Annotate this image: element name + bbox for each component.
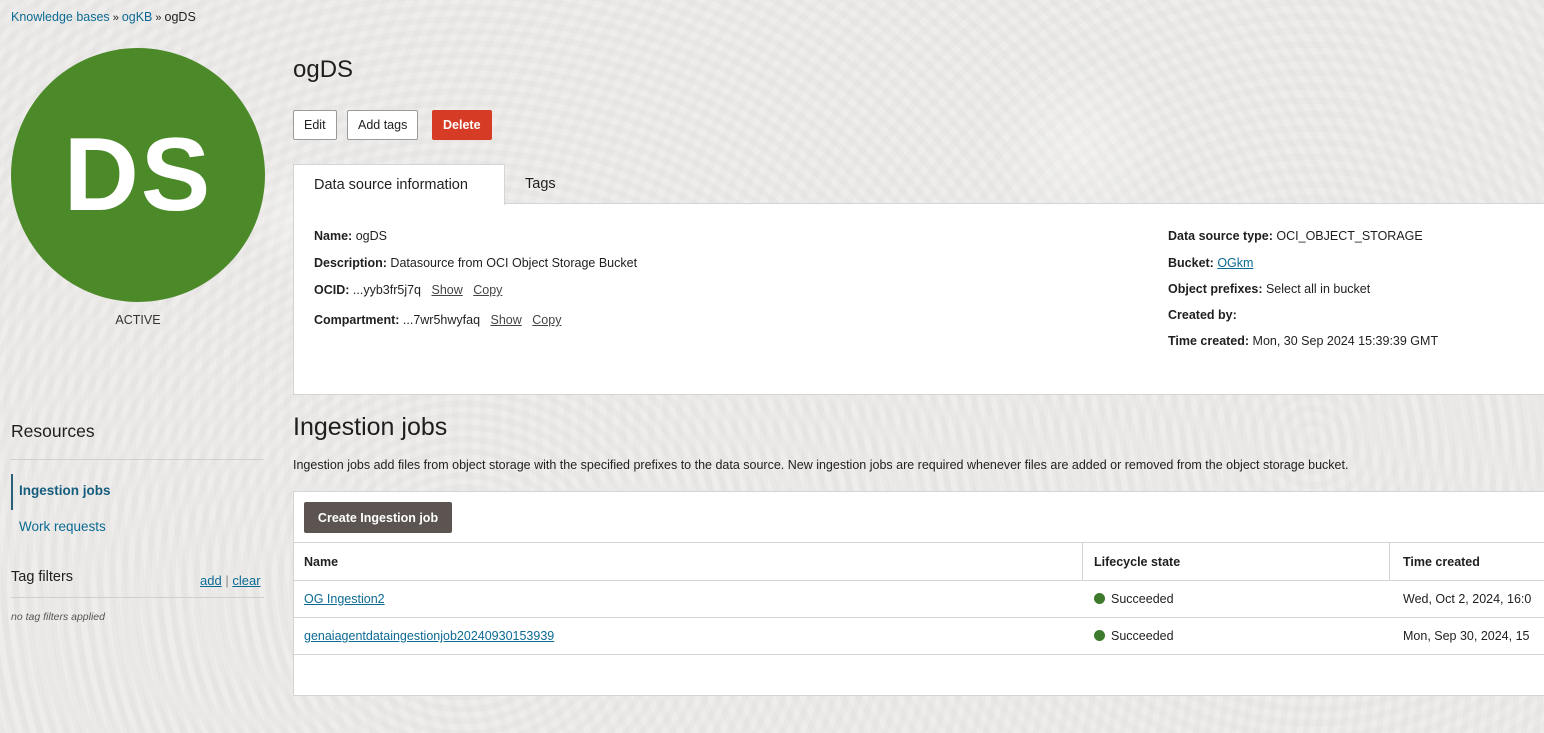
- type-row: Data source type: OCI_OBJECT_STORAGE: [1168, 229, 1423, 243]
- breadcrumb: Knowledge bases» ogKB» ogDS: [11, 10, 196, 24]
- ingestion-jobs-table-panel: [293, 491, 1544, 696]
- ocid-label: OCID:: [314, 283, 350, 297]
- description-row: Description: Datasource from OCI Object …: [314, 256, 637, 270]
- table-column-divider: [1082, 543, 1083, 581]
- ocid-value: ...yyb3fr5j7q: [352, 283, 421, 297]
- table-divider: [294, 654, 1544, 655]
- tag-filters-empty-text: no tag filters applied: [11, 611, 105, 623]
- breadcrumb-ogkb[interactable]: ogKB: [122, 10, 153, 24]
- compartment-copy-link[interactable]: Copy: [532, 313, 561, 327]
- table-row-state: Succeeded: [1094, 629, 1174, 643]
- tag-filter-divider: |: [225, 573, 229, 588]
- clear-tag-filter-link[interactable]: clear: [232, 573, 260, 588]
- name-label: Name:: [314, 229, 353, 243]
- compartment-value: ...7wr5hwyfaq: [402, 313, 481, 327]
- bucket-row: Bucket: OGkm: [1168, 256, 1253, 270]
- ocid-show-link[interactable]: Show: [431, 283, 462, 297]
- table-divider: [294, 542, 1544, 543]
- bucket-link[interactable]: OGkm: [1217, 256, 1253, 270]
- prefixes-row: Object prefixes: Select all in bucket: [1168, 282, 1370, 296]
- created-by-row: Created by:: [1168, 308, 1237, 322]
- breadcrumb-knowledge-bases[interactable]: Knowledge bases: [11, 10, 110, 24]
- avatar-initials: DS: [63, 116, 213, 233]
- table-divider: [294, 580, 1544, 581]
- table-divider: [294, 617, 1544, 618]
- ingestion-job-link[interactable]: OG Ingestion2: [304, 592, 385, 606]
- avatar: DS: [11, 48, 265, 302]
- add-tag-filter-link[interactable]: add: [200, 573, 222, 588]
- compartment-label: Compartment:: [314, 313, 400, 327]
- ingestion-jobs-description: Ingestion jobs add files from object sto…: [293, 458, 1349, 472]
- resources-divider: [11, 459, 264, 460]
- breadcrumb-separator: »: [112, 12, 119, 24]
- column-header-name[interactable]: Name: [304, 555, 338, 569]
- lifecycle-state: Succeeded: [1111, 592, 1174, 606]
- status-dot-icon: [1094, 630, 1105, 641]
- table-column-divider: [1389, 543, 1390, 581]
- delete-button[interactable]: Delete: [432, 110, 492, 140]
- edit-button[interactable]: Edit: [293, 110, 337, 140]
- breadcrumb-separator: »: [155, 12, 162, 24]
- table-row-name: genaiagentdataingestionjob20240930153939: [304, 629, 554, 643]
- create-ingestion-job-button[interactable]: Create Ingestion job: [304, 502, 452, 533]
- tab-data-source-information[interactable]: Data source information: [293, 164, 505, 205]
- ingestion-jobs-title: Ingestion jobs: [293, 413, 448, 441]
- status-label: ACTIVE: [115, 313, 161, 327]
- status-dot-icon: [1094, 593, 1105, 604]
- table-row-state: Succeeded: [1094, 592, 1174, 606]
- tag-filters-divider: [11, 597, 264, 598]
- breadcrumb-current: ogDS: [164, 10, 196, 24]
- lifecycle-state: Succeeded: [1111, 629, 1174, 643]
- add-tags-button[interactable]: Add tags: [347, 110, 419, 140]
- compartment-row: Compartment: ...7wr5hwyfaq Show Copy: [314, 313, 561, 327]
- page-title: ogDS: [293, 56, 354, 83]
- type-label: Data source type:: [1168, 229, 1273, 243]
- description-value: Datasource from OCI Object Storage Bucke…: [390, 256, 638, 270]
- column-header-time-created[interactable]: Time created: [1403, 555, 1480, 569]
- column-header-lifecycle-state[interactable]: Lifecycle state: [1094, 555, 1180, 569]
- tag-filter-actions: add | clear: [200, 573, 261, 588]
- created-by-label: Created by:: [1168, 308, 1237, 322]
- time-created-row: Time created: Mon, 30 Sep 2024 15:39:39 …: [1168, 334, 1438, 348]
- time-created-label: Time created:: [1168, 334, 1250, 348]
- table-row-time: Mon, Sep 30, 2024, 15: [1403, 629, 1530, 643]
- name-row: Name: ogDS: [314, 229, 387, 243]
- time-created-value: Mon, 30 Sep 2024 15:39:39 GMT: [1252, 334, 1439, 348]
- prefixes-value: Select all in bucket: [1265, 282, 1371, 296]
- prefixes-label: Object prefixes:: [1168, 282, 1263, 296]
- compartment-show-link[interactable]: Show: [491, 313, 522, 327]
- ocid-row: OCID: ...yyb3fr5j7q Show Copy: [314, 283, 502, 297]
- ocid-copy-link[interactable]: Copy: [473, 283, 502, 297]
- name-value: ogDS: [355, 229, 387, 243]
- bucket-label: Bucket:: [1168, 256, 1214, 270]
- description-label: Description:: [314, 256, 387, 270]
- table-row-name: OG Ingestion2: [304, 592, 385, 606]
- type-value: OCI_OBJECT_STORAGE: [1276, 229, 1423, 243]
- resources-title: Resources: [11, 421, 95, 441]
- tag-filters-title: Tag filters: [11, 569, 74, 585]
- table-row-time: Wed, Oct 2, 2024, 16:0: [1403, 592, 1532, 606]
- tab-tags[interactable]: Tags: [505, 164, 576, 204]
- ingestion-job-link[interactable]: genaiagentdataingestionjob20240930153939: [304, 629, 554, 643]
- sidebar-item-work-requests[interactable]: Work requests: [11, 519, 106, 534]
- sidebar-item-ingestion-jobs[interactable]: Ingestion jobs: [11, 474, 111, 510]
